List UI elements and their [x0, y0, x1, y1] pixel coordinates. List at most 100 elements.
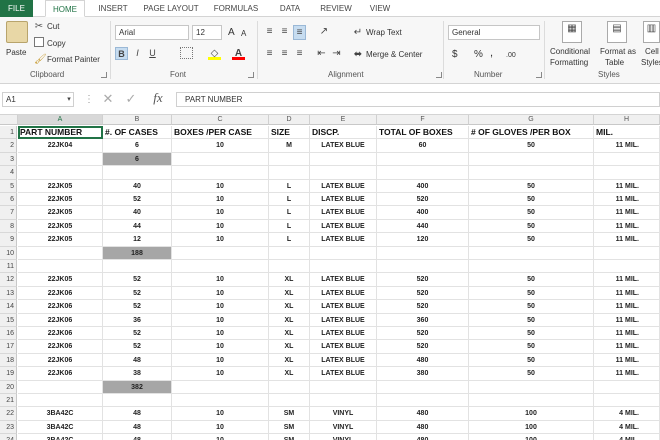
row-header[interactable]: 22	[0, 407, 17, 421]
table-cell[interactable]: 48	[103, 434, 172, 440]
table-cell[interactable]	[103, 394, 172, 408]
table-cell[interactable]: 10	[172, 179, 269, 193]
shrink-font-button[interactable]: A	[241, 28, 246, 39]
table-cell[interactable]: 22JK05	[18, 193, 103, 207]
table-cell[interactable]	[594, 152, 660, 167]
table-cell[interactable]	[594, 246, 660, 260]
table-cell[interactable]: 11 MIL.	[594, 233, 660, 247]
row-header[interactable]: 9	[0, 233, 17, 247]
table-cell[interactable]: XL	[269, 327, 310, 341]
table-cell[interactable]: 10	[172, 340, 269, 354]
cancel-icon[interactable]: ✕	[100, 92, 116, 105]
currency-button[interactable]: $	[452, 49, 458, 60]
table-cell[interactable]: 52	[103, 193, 172, 207]
table-cell[interactable]: 22JK04	[18, 139, 103, 153]
table-cell[interactable]: SM	[269, 420, 310, 435]
table-cell[interactable]	[172, 166, 269, 180]
row-header[interactable]: 13	[0, 286, 17, 301]
tab-page-layout[interactable]: PAGE LAYOUT	[140, 0, 202, 17]
table-cell[interactable]: 10	[172, 286, 269, 301]
merge-center-button[interactable]: Merge & Center	[366, 49, 422, 60]
wrap-text-button[interactable]: Wrap Text	[366, 27, 402, 38]
table-cell[interactable]: XL	[269, 340, 310, 354]
row-header[interactable]: 11	[0, 260, 17, 274]
table-cell[interactable]: 22JK06	[18, 327, 103, 341]
table-cell[interactable]: 22JK05	[18, 206, 103, 220]
decrease-indent-icon[interactable]: ⇤	[315, 47, 328, 60]
column-header-b[interactable]: B	[103, 115, 172, 125]
table-cell[interactable]	[377, 246, 469, 260]
table-cell[interactable]: M	[269, 139, 310, 153]
table-cell[interactable]: 10	[172, 434, 269, 440]
table-cell[interactable]: 10	[172, 367, 269, 381]
table-cell[interactable]	[377, 166, 469, 180]
tab-review[interactable]: REVIEW	[314, 0, 358, 17]
table-cell[interactable]: 520	[377, 273, 469, 287]
align-center-icon[interactable]: ≡	[278, 47, 291, 60]
table-cell[interactable]: VINYL	[310, 420, 377, 435]
table-cell[interactable]: LATEX BLUE	[310, 286, 377, 301]
row-header[interactable]: 18	[0, 353, 17, 368]
table-cell[interactable]: 22JK06	[18, 313, 103, 327]
table-cell[interactable]: LATEX BLUE	[310, 313, 377, 327]
table-cell[interactable]: L	[269, 193, 310, 207]
table-cell[interactable]: 3BA42C	[18, 434, 103, 440]
font-size-dropdown[interactable]: 12	[192, 25, 222, 40]
table-cell[interactable]: 3BA42C	[18, 407, 103, 421]
increase-indent-icon[interactable]: ⇥	[330, 47, 343, 60]
table-cell[interactable]: LATEX BLUE	[310, 340, 377, 354]
row-header[interactable]: 5	[0, 179, 17, 193]
column-title-cell[interactable]: BOXES /PER CASE	[172, 126, 269, 140]
table-cell[interactable]: 50	[469, 327, 594, 341]
table-cell[interactable]: 38	[103, 367, 172, 381]
column-title-cell[interactable]: DISCP.	[310, 126, 377, 140]
row-header[interactable]: 20	[0, 380, 17, 394]
table-cell[interactable]	[18, 166, 103, 180]
table-cell[interactable]: 6	[103, 139, 172, 153]
table-cell[interactable]: 11 MIL.	[594, 139, 660, 153]
table-cell[interactable]: 50	[469, 367, 594, 381]
table-cell[interactable]: LATEX BLUE	[310, 367, 377, 381]
table-cell[interactable]: 50	[469, 179, 594, 193]
table-cell[interactable]: 100	[469, 407, 594, 421]
table-cell[interactable]: L	[269, 206, 310, 220]
table-cell[interactable]: 440	[377, 219, 469, 234]
row-header[interactable]: 3	[0, 152, 17, 167]
table-cell[interactable]: 10	[172, 139, 269, 153]
table-cell[interactable]: 520	[377, 300, 469, 314]
table-cell[interactable]: XL	[269, 286, 310, 301]
table-cell[interactable]	[377, 380, 469, 394]
select-all-corner[interactable]	[0, 115, 18, 125]
table-cell[interactable]: LATEX BLUE	[310, 219, 377, 234]
table-cell[interactable]: 6	[103, 152, 172, 167]
name-box-dropdown-icon[interactable]: ▾	[65, 93, 73, 106]
table-cell[interactable]: 11 MIL.	[594, 327, 660, 341]
table-cell[interactable]	[18, 246, 103, 260]
table-cell[interactable]: 10	[172, 233, 269, 247]
table-cell[interactable]: 10	[172, 407, 269, 421]
table-cell[interactable]: 10	[172, 420, 269, 435]
tab-data[interactable]: DATA	[272, 0, 308, 17]
grow-font-button[interactable]: A	[228, 27, 235, 38]
table-cell[interactable]: 100	[469, 434, 594, 440]
table-cell[interactable]: 44	[103, 219, 172, 234]
table-cell[interactable]: 10	[172, 273, 269, 287]
table-cell[interactable]: 480	[377, 420, 469, 435]
table-cell[interactable]	[269, 152, 310, 167]
borders-icon[interactable]	[180, 47, 193, 59]
number-format-dropdown[interactable]: General	[448, 25, 540, 40]
table-cell[interactable]: 400	[377, 206, 469, 220]
paste-icon[interactable]	[6, 21, 28, 43]
table-cell[interactable]: 480	[377, 434, 469, 440]
column-title-cell[interactable]: TOTAL OF BOXES	[377, 126, 469, 140]
table-cell[interactable]: 22JK06	[18, 367, 103, 381]
format-painter-button[interactable]: Format Painter	[47, 54, 100, 65]
cut-button[interactable]: Cut	[47, 21, 59, 32]
table-cell[interactable]: XL	[269, 367, 310, 381]
table-cell[interactable]	[172, 260, 269, 274]
table-cell[interactable]: 12	[103, 233, 172, 247]
table-cell[interactable]: 188	[103, 246, 172, 260]
table-cell[interactable]: 50	[469, 233, 594, 247]
clipboard-launcher-icon[interactable]	[101, 72, 107, 78]
row-header[interactable]: 15	[0, 313, 17, 327]
